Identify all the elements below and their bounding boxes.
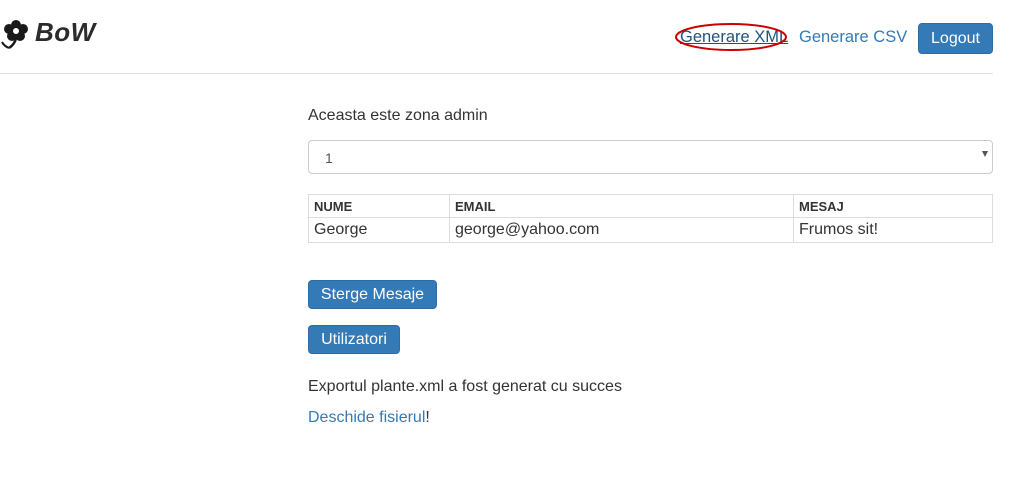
table-row: George george@yahoo.com Frumos sit!	[308, 217, 993, 243]
cell-email: george@yahoo.com	[449, 217, 794, 243]
open-file-line: Deschide fisierul!	[308, 409, 430, 427]
top-navbar: BoW Generare XML Generare CSV Logout	[0, 0, 1026, 74]
generare-csv-link[interactable]: Generare CSV	[799, 28, 907, 47]
generare-xml-link[interactable]: Generare XML	[680, 28, 788, 47]
open-file-link[interactable]: Deschide fisierul	[308, 409, 425, 426]
column-header-mesaj: MESAJ	[793, 194, 993, 218]
sterge-mesaje-button[interactable]: Sterge Mesaje	[308, 280, 437, 309]
brand-logo[interactable]: BoW	[0, 12, 96, 52]
admin-zone-text: Aceasta este zona admin	[308, 107, 488, 124]
header-divider	[0, 73, 993, 74]
export-success-message: Exportul plante.xml a fost generat cu su…	[308, 378, 622, 395]
messages-table: NUME EMAIL MESAJ George george@yahoo.com…	[308, 194, 993, 243]
open-file-suffix: !	[425, 409, 430, 426]
brand-name: BoW	[35, 16, 96, 47]
column-header-email: EMAIL	[449, 194, 794, 218]
column-header-nume: NUME	[308, 194, 450, 218]
utilizatori-button[interactable]: Utilizatori	[308, 325, 400, 354]
message-select[interactable]: 1	[308, 140, 993, 174]
cell-nume: George	[308, 217, 450, 243]
cell-mesaj: Frumos sit!	[793, 217, 993, 243]
table-header-row: NUME EMAIL MESAJ	[308, 194, 993, 218]
select-value: 1	[325, 150, 333, 166]
logout-button[interactable]: Logout	[918, 23, 993, 54]
flower-icon	[0, 14, 32, 50]
chevron-down-icon	[982, 151, 988, 157]
